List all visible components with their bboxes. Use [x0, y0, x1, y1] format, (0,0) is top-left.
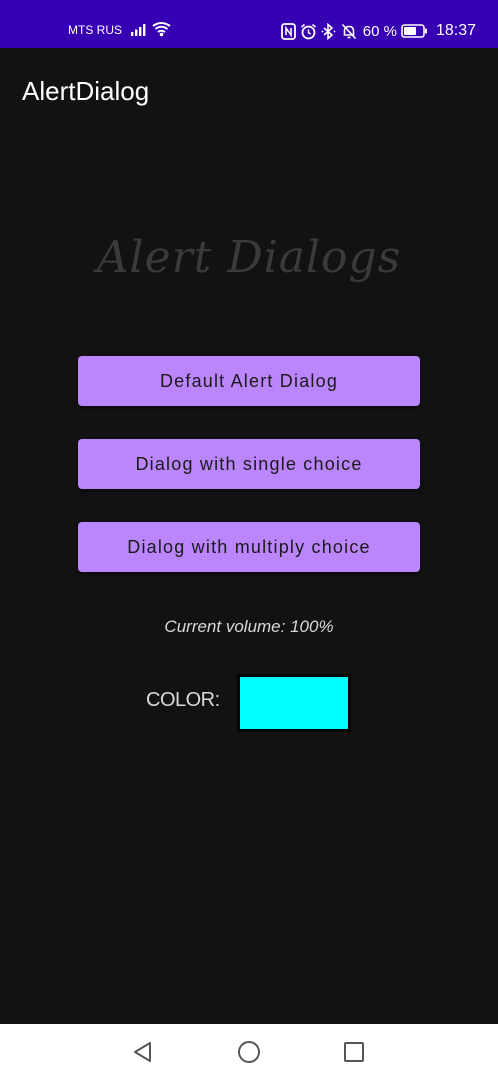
status-bar: MTS RUS 60 % 18:37 [0, 0, 498, 48]
signal-icon [131, 24, 146, 36]
app-title: AlertDialog [22, 76, 150, 106]
app-bar: AlertDialog [0, 48, 498, 134]
clock: 18:37 [435, 22, 476, 39]
color-label: COLOR: [146, 689, 220, 711]
home-icon[interactable] [237, 1040, 261, 1064]
navigation-bar [0, 1024, 498, 1080]
recent-apps-icon[interactable] [343, 1041, 365, 1063]
battery-icon [401, 24, 427, 38]
single-choice-dialog-button[interactable]: Dialog with single choice [78, 439, 420, 489]
hero-title: Alert Dialogs [96, 232, 402, 283]
volume-text: Current volume: 100% [164, 617, 334, 636]
alarm-icon [300, 23, 316, 39]
back-icon[interactable] [131, 1040, 155, 1064]
battery-percent: 60 % [362, 22, 397, 40]
default-alert-dialog-button[interactable]: Default Alert Dialog [78, 356, 420, 406]
nfc-icon [280, 22, 296, 40]
bluetooth-icon [321, 22, 336, 40]
status-icons: 60 % 18:37 [280, 20, 476, 42]
color-swatch [237, 674, 351, 732]
mute-icon [341, 23, 356, 39]
multiple-choice-dialog-button[interactable]: Dialog with multiply choice [78, 522, 420, 572]
wifi-icon [152, 22, 171, 37]
carrier-name: MTS RUS [68, 23, 122, 37]
